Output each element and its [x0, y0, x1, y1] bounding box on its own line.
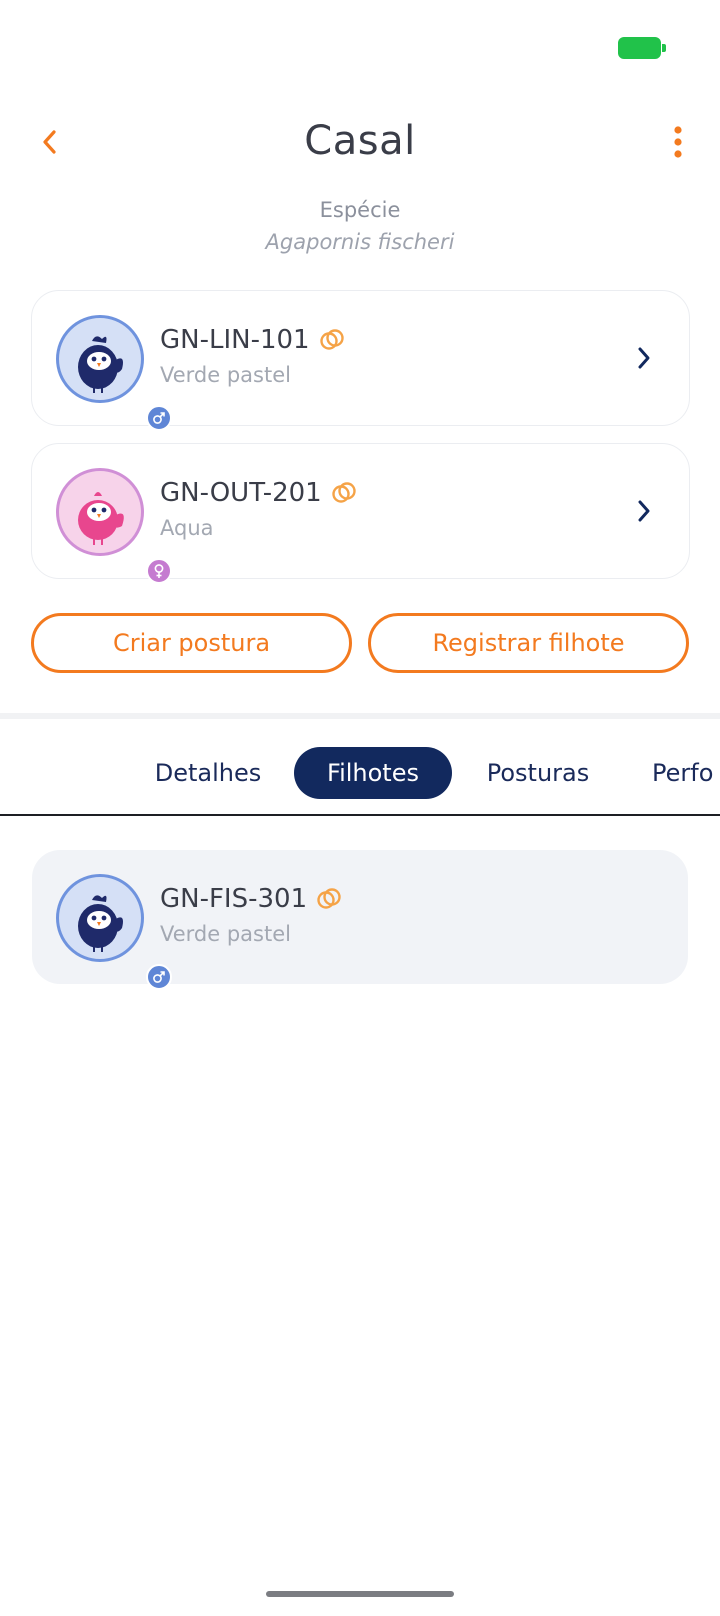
- create-clutch-button[interactable]: Criar postura: [31, 613, 352, 673]
- male-badge: [146, 405, 172, 431]
- parent-card-male[interactable]: GN-LIN-101 Verde pastel: [31, 290, 690, 431]
- bird-avatar-icon: [78, 492, 124, 545]
- tab-performance[interactable]: Perfo: [652, 747, 720, 799]
- bird-avatar-icon: [78, 895, 123, 952]
- chick-card[interactable]: GN-FIS-301 Verde pastel: [32, 850, 688, 990]
- bird-code: GN-LIN-101: [160, 325, 346, 355]
- male-badge: [146, 964, 172, 990]
- bird-code: GN-FIS-301: [160, 884, 343, 914]
- more-options-button[interactable]: [660, 120, 696, 164]
- bird-color: Verde pastel: [160, 922, 291, 946]
- battery-icon: [618, 37, 666, 59]
- male-icon: [153, 971, 165, 983]
- tab-clutches[interactable]: Posturas: [470, 747, 606, 799]
- page-title: Casal: [304, 118, 416, 164]
- bird-code-text: GN-OUT-201: [160, 478, 322, 508]
- tab-details[interactable]: Detalhes: [140, 747, 276, 799]
- species-name: Agapornis fischeri: [265, 230, 455, 254]
- avatar: [56, 468, 172, 584]
- chevron-right-icon: [629, 496, 659, 526]
- tab-bar: Detalhes Filhotes Posturas Perfo: [0, 745, 720, 803]
- female-icon: [154, 564, 164, 578]
- species-label: Espécie: [319, 198, 401, 222]
- female-badge: [146, 558, 172, 584]
- ring-icon: [317, 888, 341, 909]
- bird-code-text: GN-LIN-101: [160, 325, 310, 355]
- male-icon: [153, 412, 165, 424]
- tabs-underline: [0, 814, 720, 816]
- bird-avatar-icon: [78, 336, 123, 393]
- more-vertical-icon: [674, 126, 682, 158]
- bird-code-text: GN-FIS-301: [160, 884, 308, 914]
- tab-chicks[interactable]: Filhotes: [294, 747, 452, 799]
- bird-color: Verde pastel: [160, 363, 291, 387]
- ring-icon: [319, 329, 344, 350]
- avatar: [56, 874, 172, 990]
- chevron-right-icon: [629, 343, 659, 373]
- parent-card-female[interactable]: GN-OUT-201 Aqua: [31, 443, 690, 584]
- avatar: [56, 315, 172, 431]
- bird-color: Aqua: [160, 516, 214, 540]
- bird-code: GN-OUT-201: [160, 478, 358, 508]
- section-divider: [0, 713, 720, 719]
- home-indicator[interactable]: [266, 1591, 454, 1597]
- register-chick-button[interactable]: Registrar filhote: [368, 613, 689, 673]
- ring-icon: [332, 482, 356, 503]
